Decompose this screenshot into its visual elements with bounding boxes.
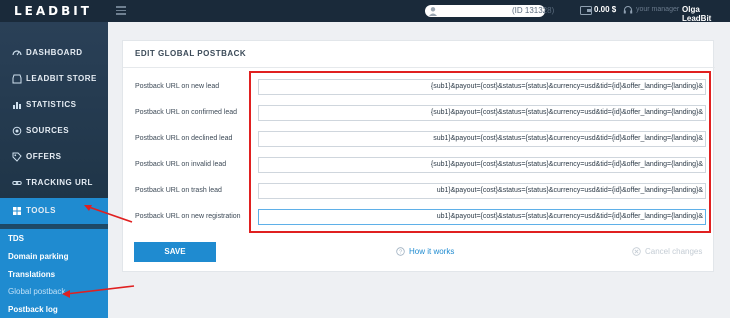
tools-submenu: TDS Domain parking Translations Global p… — [0, 229, 108, 318]
how-it-works-link[interactable]: How it works — [409, 247, 454, 256]
svg-text:?: ? — [399, 249, 402, 255]
submenu-item-global-postback[interactable]: Global postback — [8, 287, 65, 296]
label-confirmed-lead: Postback URL on confirmed lead — [135, 109, 238, 116]
sidebar-item-label: SOURCES — [26, 126, 70, 135]
menu-toggle-icon[interactable] — [116, 6, 126, 15]
sidebar-item-statistics[interactable]: STATISTICS — [0, 92, 108, 118]
top-bar: LEADBIT (ID 131328) 0.00 $ your manager … — [0, 0, 730, 23]
sidebar-item-tools[interactable]: TOOLS — [0, 198, 108, 224]
gauge-icon — [12, 50, 22, 56]
sidebar-item-dashboard[interactable]: DASHBOARD — [0, 40, 108, 66]
bar-chart-icon — [13, 102, 21, 109]
link-icon — [12, 181, 22, 185]
sources-icon — [12, 126, 22, 136]
sidebar-item-label: DASHBOARD — [26, 48, 83, 57]
offers-icon — [12, 152, 22, 162]
submenu-item-translations[interactable]: Translations — [8, 270, 55, 279]
label-new-registration: Postback URL on new registration — [135, 213, 241, 220]
logo[interactable]: LEADBIT — [14, 4, 92, 18]
store-icon — [12, 74, 22, 84]
sidebar-item-label: LEADBIT STORE — [26, 74, 97, 83]
submenu-item-domain-parking[interactable]: Domain parking — [8, 252, 68, 261]
label-trash-lead: Postback URL on trash lead — [135, 187, 222, 194]
divider — [123, 67, 715, 68]
card-title: EDIT GLOBAL POSTBACK — [135, 49, 247, 58]
submenu-item-postback-log[interactable]: Postback log — [8, 305, 58, 314]
label-declined-lead: Postback URL on declined lead — [135, 135, 233, 142]
manager-name[interactable]: Olga LeadBit — [682, 5, 730, 23]
annotation-highlight-box — [249, 71, 711, 233]
label-new-lead: Postback URL on new lead — [135, 83, 220, 90]
save-button[interactable]: SAVE — [134, 242, 216, 262]
tools-icon — [13, 207, 21, 215]
cancel-changes-link[interactable]: Cancel changes — [645, 247, 702, 256]
user-id: (ID 131328) — [512, 6, 555, 15]
user-icon — [429, 7, 437, 16]
sidebar-item-label: STATISTICS — [26, 100, 77, 109]
question-circle-icon[interactable]: ? — [396, 247, 405, 256]
sidebar-item-leadbit-store[interactable]: LEADBIT STORE — [0, 66, 108, 92]
submenu-item-tds[interactable]: TDS — [8, 234, 24, 243]
manager-label: your manager — [636, 6, 680, 13]
cancel-circle-icon[interactable] — [632, 247, 641, 256]
sidebar-item-label: OFFERS — [26, 152, 62, 161]
sidebar-item-label: TOOLS — [26, 206, 56, 215]
sidebar-item-tracking-url[interactable]: TRACKING URL — [0, 170, 108, 196]
balance: 0.00 $ — [594, 5, 617, 14]
headset-icon — [623, 6, 633, 14]
sidebar-item-offers[interactable]: OFFERS — [0, 144, 108, 170]
label-invalid-lead: Postback URL on invalid lead — [135, 161, 227, 168]
wallet-icon — [580, 6, 592, 15]
edit-global-postback-card: EDIT GLOBAL POSTBACK Postback URL on new… — [122, 40, 715, 272]
sidebar-item-sources[interactable]: SOURCES — [0, 118, 108, 144]
sidebar-item-label: TRACKING URL — [26, 178, 93, 187]
